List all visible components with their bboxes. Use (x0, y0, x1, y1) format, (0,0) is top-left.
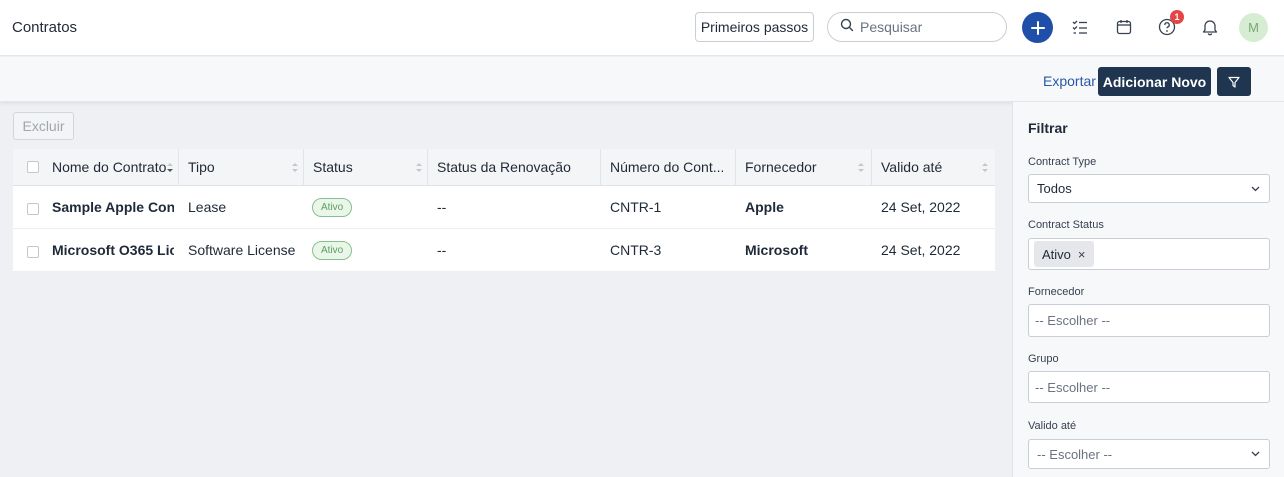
renewal-status-cell: -- (437, 242, 447, 258)
calendar-icon (1116, 20, 1132, 35)
contract-status-multiselect[interactable]: Ativo × (1028, 238, 1270, 270)
table-header: Nome do Contrato Tipo Status Status da R… (13, 149, 995, 186)
action-toolbar: Exportar Adicionar Novo (0, 57, 1284, 102)
valid-until-cell: 24 Set, 2022 (881, 199, 961, 215)
top-bar: Contratos Primeiros passos 1 M (0, 0, 1284, 56)
add-new-button[interactable]: Adicionar Novo (1098, 67, 1211, 96)
checklist-icon (1072, 20, 1087, 34)
filter-toggle-button[interactable] (1217, 67, 1251, 96)
search-input[interactable] (860, 19, 990, 35)
row-checkbox[interactable] (27, 246, 39, 258)
column-header-renewal-status[interactable]: Status da Renovação (437, 149, 597, 185)
column-header-vendor[interactable]: Fornecedor (745, 149, 845, 185)
status-cell: Ativo (312, 229, 422, 271)
vendor-cell: Microsoft (745, 242, 808, 258)
status-chip: Ativo × (1034, 241, 1094, 267)
sort-icon[interactable] (858, 162, 864, 173)
sort-icon[interactable] (416, 162, 422, 173)
export-link[interactable]: Exportar (1043, 73, 1096, 89)
contract-name-cell[interactable]: Microsoft O365 Lic... (52, 229, 174, 271)
avatar[interactable]: M (1239, 13, 1268, 42)
contract-status-label: Contract Status (1028, 219, 1104, 231)
valid-until-label: Valido até (1028, 420, 1077, 432)
row-checkbox[interactable] (27, 203, 39, 215)
vendor-label: Fornecedor (1028, 286, 1085, 298)
status-chip-label: Ativo (1042, 246, 1071, 262)
group-label: Grupo (1028, 353, 1059, 365)
remove-chip-icon[interactable]: × (1078, 247, 1086, 262)
filter-panel-title: Filtrar (1028, 120, 1068, 136)
contract-name-cell[interactable]: Sample Apple Con... (52, 186, 174, 228)
type-cell: Software License (188, 242, 296, 258)
contract-number-cell: CNTR-1 (610, 199, 662, 215)
column-header-valid-until[interactable]: Valido até (881, 149, 981, 185)
status-badge: Ativo (312, 197, 353, 217)
type-cell: Lease (188, 199, 227, 215)
column-header-status[interactable]: Status (313, 149, 413, 185)
first-steps-button[interactable]: Primeiros passos (695, 12, 814, 42)
sort-icon[interactable] (982, 162, 988, 173)
chevron-down-icon (1251, 186, 1260, 191)
page-title: Contratos (12, 19, 78, 36)
sort-desc-icon[interactable] (167, 162, 173, 173)
vendor-select[interactable]: -- Escolher -- (1028, 304, 1270, 337)
table-row[interactable]: Sample Apple Con... Lease Ativo -- CNTR-… (13, 186, 995, 229)
contracts-table: Nome do Contrato Tipo Status Status da R… (13, 149, 995, 272)
delete-button[interactable]: Excluir (13, 112, 74, 140)
notification-badge: 1 (1170, 10, 1184, 24)
contract-number-cell: CNTR-3 (610, 242, 662, 258)
column-header-type[interactable]: Tipo (188, 149, 288, 185)
add-new-plus-button[interactable] (1022, 12, 1053, 43)
vendor-cell: Apple (745, 199, 784, 215)
column-header-name[interactable]: Nome do Contrato (52, 149, 172, 185)
status-cell: Ativo (312, 186, 422, 228)
calendar-button[interactable] (1109, 12, 1139, 42)
chevron-down-icon (1251, 451, 1260, 457)
contract-type-value: Todos (1037, 181, 1072, 196)
filter-panel: Filtrar Contract Type Todos Contract Sta… (1012, 102, 1284, 477)
valid-until-select[interactable]: -- Escolher -- (1028, 439, 1270, 469)
table-row[interactable]: Microsoft O365 Lic... Software License A… (13, 229, 995, 272)
search-icon (840, 18, 854, 37)
notifications-button[interactable] (1195, 12, 1225, 42)
renewal-status-cell: -- (437, 199, 447, 215)
filter-icon (1228, 76, 1240, 88)
sort-icon[interactable] (292, 162, 298, 173)
search-box[interactable] (827, 12, 1007, 42)
contract-type-select[interactable]: Todos (1028, 174, 1270, 203)
valid-until-cell: 24 Set, 2022 (881, 242, 961, 258)
select-all-checkbox[interactable] (27, 161, 39, 173)
status-badge: Ativo (312, 240, 353, 260)
task-list-button[interactable] (1065, 12, 1095, 42)
group-select[interactable]: -- Escolher -- (1028, 371, 1270, 403)
column-header-contract-number[interactable]: Número do Cont... (610, 149, 723, 185)
contract-type-label: Contract Type (1028, 156, 1097, 168)
plus-icon (1030, 20, 1045, 35)
valid-until-placeholder: -- Escolher -- (1037, 446, 1113, 462)
bell-icon (1202, 20, 1218, 36)
